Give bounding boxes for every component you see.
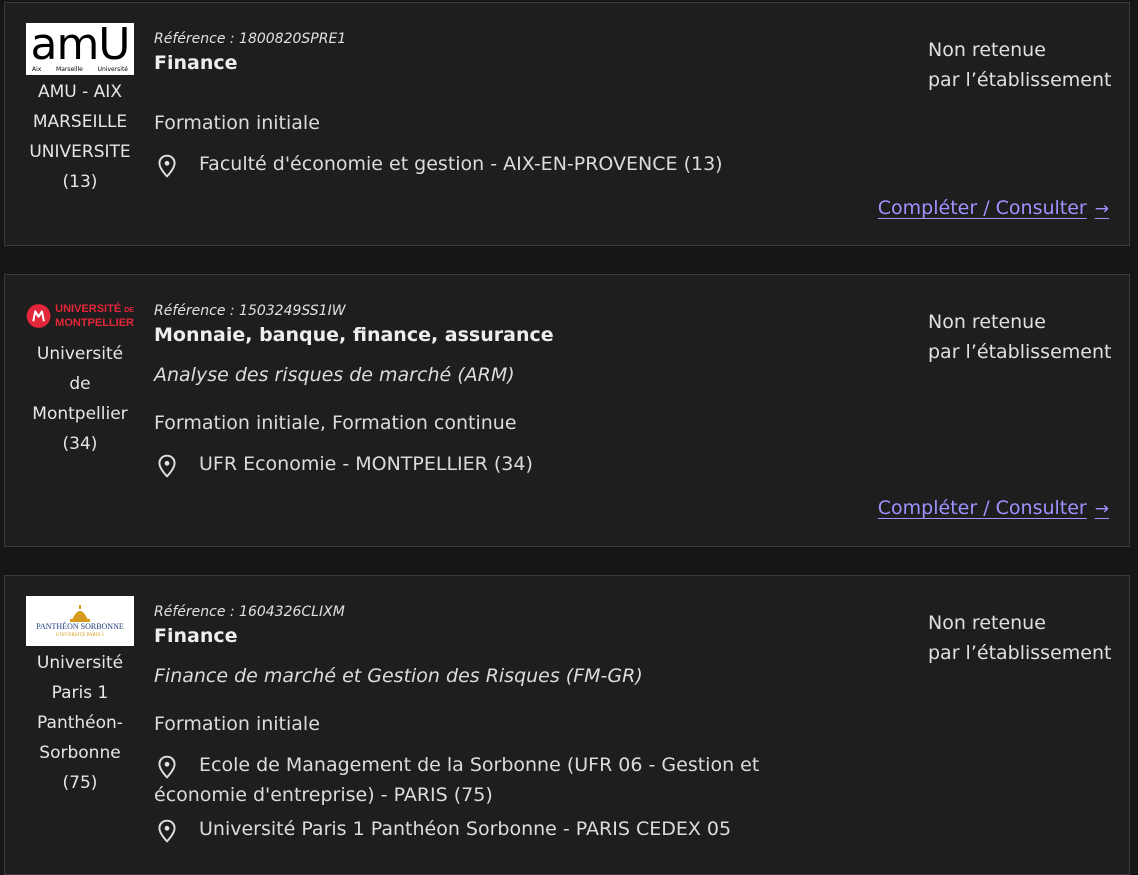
- location: Faculté d'économie et gestion - AIX-EN-P…: [154, 149, 814, 179]
- program-title: Finance: [154, 625, 238, 647]
- location-pin-icon: [158, 454, 176, 478]
- location-pin-icon: [158, 819, 176, 843]
- formation-type: Formation initiale: [154, 713, 320, 735]
- arrow-right-icon: →: [1094, 199, 1109, 219]
- application-card: amU Aix Marseille Université AMU - AIX M…: [4, 2, 1130, 246]
- institution-name: AMU - AIX MARSEILLE UNIVERSITE (13): [29, 82, 131, 192]
- institution-column: PANTHÉON SORBONNE UNIVERSITÉ PARIS 1 Uni…: [25, 596, 135, 798]
- location-text: UFR Economie - MONTPELLIER (34): [199, 453, 533, 475]
- location-pin-icon: [158, 154, 176, 178]
- program-title: Monnaie, banque, finance, assurance: [154, 324, 554, 346]
- program-info: Référence : 1604326CLIXM Finance Finance…: [154, 602, 814, 844]
- location-pin-icon: [158, 755, 176, 779]
- status: Non retenue par l’établissement: [928, 612, 1112, 664]
- location-text: Ecole de Management de la Sorbonne (UFR …: [154, 754, 760, 806]
- application-card: UNIVERSITÉ DE MONTPELLIER Université de …: [4, 274, 1130, 547]
- institution-column: amU Aix Marseille Université AMU - AIX M…: [25, 23, 135, 197]
- reference: Référence : 1800820SPRE1: [154, 31, 347, 47]
- program-info: Référence : 1503249SS1IW Monnaie, banque…: [154, 301, 814, 479]
- application-card: PANTHÉON SORBONNE UNIVERSITÉ PARIS 1 Uni…: [4, 575, 1130, 875]
- complete-consult-link[interactable]: Compléter / Consulter →: [878, 497, 1109, 519]
- institution-name: Université de Montpellier (34): [32, 344, 128, 454]
- pantheon-sorbonne-logo: PANTHÉON SORBONNE UNIVERSITÉ PARIS 1: [26, 596, 134, 646]
- institution-column: UNIVERSITÉ DE MONTPELLIER Université de …: [25, 295, 135, 459]
- institution-name: Université Paris 1 Panthéon-Sorbonne (75…: [36, 653, 124, 793]
- location-text: Université Paris 1 Panthéon Sorbonne - P…: [199, 818, 732, 840]
- location: Ecole de Management de la Sorbonne (UFR …: [154, 750, 774, 810]
- montpellier-logo: UNIVERSITÉ DE MONTPELLIER: [26, 295, 134, 337]
- status: Non retenue par l’établissement: [928, 39, 1112, 91]
- program-title: Finance: [154, 52, 238, 74]
- pantheon-dome-icon: [70, 604, 90, 622]
- status: Non retenue par l’établissement: [928, 311, 1112, 363]
- program-info: Référence : 1800820SPRE1 Finance Formati…: [154, 29, 814, 179]
- program-subtitle: Finance de marché et Gestion des Risques…: [154, 665, 643, 687]
- montpellier-emblem-icon: [26, 304, 51, 328]
- amu-logo-text: amU: [30, 23, 130, 70]
- amu-logo-subtext: Aix Marseille Université: [32, 66, 128, 73]
- reference: Référence : 1503249SS1IW: [154, 303, 346, 319]
- location-text: Faculté d'économie et gestion - AIX-EN-P…: [199, 153, 723, 175]
- location: UFR Economie - MONTPELLIER (34): [154, 449, 814, 479]
- formation-type: Formation initiale, Formation continue: [154, 412, 517, 434]
- complete-consult-link[interactable]: Compléter / Consulter →: [878, 197, 1109, 219]
- formation-type: Formation initiale: [154, 112, 320, 134]
- montpellier-logo-text: UNIVERSITÉ DE MONTPELLIER: [55, 302, 134, 329]
- reference: Référence : 1604326CLIXM: [154, 604, 345, 620]
- amu-logo: amU Aix Marseille Université: [26, 23, 134, 75]
- program-subtitle: Analyse des risques de marché (ARM): [154, 364, 515, 386]
- arrow-right-icon: →: [1094, 499, 1109, 519]
